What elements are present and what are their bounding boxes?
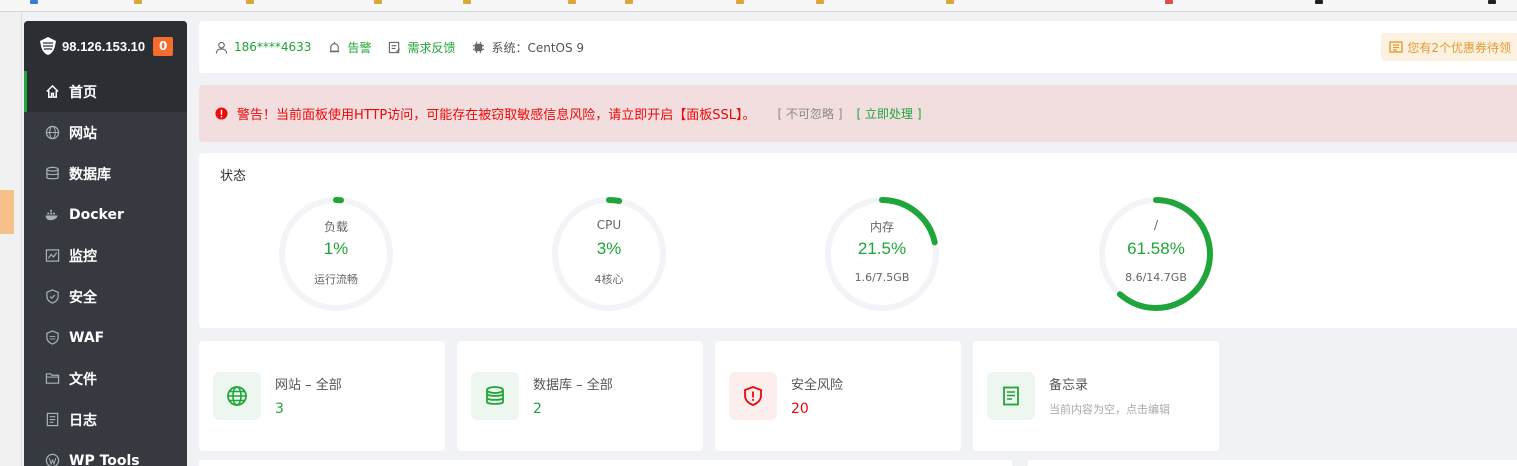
card-value[interactable]: 3 (275, 401, 284, 417)
home-icon (44, 84, 60, 100)
alert-fix-link[interactable]: [ 立即处理 ] (857, 105, 922, 122)
card-websites[interactable]: 网站 – 全部 3 (199, 341, 445, 451)
user-icon (215, 40, 229, 54)
gauge-subtext: 8.6/14.7GB (1125, 271, 1187, 284)
card-subtext: 当前内容为空，点击编辑 (1049, 403, 1170, 416)
gauge-value: 1% (323, 239, 349, 258)
alarm-link[interactable]: 告警 (328, 39, 371, 56)
server-ip[interactable]: 98.126.153.10 (62, 39, 145, 54)
coupon-banner[interactable]: 您有2个优惠券待领 (1381, 33, 1517, 61)
shield-icon (44, 289, 60, 305)
sidebar-item-logs[interactable]: 日志 (24, 399, 187, 440)
folder-icon (44, 371, 60, 387)
feedback-label: 需求反馈 (407, 40, 456, 55)
alarm-label: 告警 (347, 40, 372, 55)
feedback-icon (388, 40, 402, 54)
warning-icon (215, 107, 229, 121)
user-account[interactable]: 186****4633 (215, 40, 311, 54)
gauge-subtext: 运行流畅 (314, 273, 358, 286)
sidebar-item-label: WAF (69, 329, 105, 346)
sidebar-item-label: 文件 (69, 371, 97, 388)
gauge-subtext: 4核心 (594, 273, 624, 286)
card-value[interactable]: 20 (791, 401, 809, 417)
coupon-icon (1389, 40, 1404, 54)
monitor-icon (44, 248, 60, 264)
card-security-risk[interactable]: 安全风险 20 (715, 341, 961, 451)
sidebar-item-website[interactable]: 网站 (24, 112, 187, 153)
sidebar-item-label: Docker (69, 206, 124, 223)
sidebar-item-docker[interactable]: Docker (24, 194, 187, 235)
gauge-subtext: 1.6/7.5GB (854, 271, 910, 284)
gauge-value: 3% (596, 239, 622, 258)
sidebar-menu: 首页 网站 数据库 Docker 监控 安全 WAF 文件 日志 WP Tool… (24, 71, 187, 466)
gauge-disk[interactable]: / 61.58% 8.6/14.7GB (1096, 194, 1216, 314)
card-memo[interactable]: 备忘录 当前内容为空，点击编辑 (973, 341, 1219, 451)
gauge-label: 内存 (869, 220, 894, 234)
sidebar-item-home[interactable]: 首页 (24, 71, 187, 112)
next-panel-edge (199, 460, 1012, 466)
docker-icon (44, 207, 60, 223)
alert-ignore-label: [ 不可忽略 ] (777, 107, 843, 121)
card-title: 安全风险 (791, 378, 844, 393)
sidebar: 98.126.153.10 0 首页 网站 数据库 Docker 监控 安全 W… (24, 21, 187, 466)
notification-badge[interactable]: 0 (153, 36, 174, 56)
sidebar-item-label: 网站 (69, 125, 97, 142)
sidebar-item-waf[interactable]: WAF (24, 317, 187, 358)
gauge-load[interactable]: 负载 1% 运行流畅 (276, 194, 396, 314)
sidebar-item-label: 监控 (69, 248, 97, 265)
sidebar-item-database[interactable]: 数据库 (24, 153, 187, 194)
database-icon (44, 166, 60, 182)
card-title: 备忘录 (1049, 378, 1089, 393)
sidebar-item-security[interactable]: 安全 (24, 276, 187, 317)
risk-shield-icon (729, 372, 777, 420)
alert-message: 警告！当前面板使用HTTP访问，可能存在被窃取敏感信息风险，请立即开启【面板SS… (237, 108, 756, 123)
next-panel-edge (1028, 460, 1517, 466)
browser-left-edge (0, 12, 22, 466)
status-title: 状态 (220, 169, 247, 184)
system-label: 系统：CentOS 9 (491, 40, 585, 55)
sidebar-item-label: 数据库 (69, 166, 111, 183)
browser-bookmark-strip (0, 0, 1517, 12)
globe-icon (44, 125, 60, 141)
panel-logo-icon (38, 35, 58, 57)
card-value[interactable]: 2 (533, 401, 542, 417)
chip-icon (472, 40, 486, 54)
gauge-cpu[interactable]: CPU 3% 4核心 (549, 194, 669, 314)
sidebar-item-label: WP Tools (69, 452, 140, 466)
feedback-link[interactable]: 需求反馈 (388, 39, 455, 56)
log-icon (44, 412, 60, 428)
waf-icon (44, 330, 60, 346)
sidebar-header: 98.126.153.10 0 (24, 21, 187, 71)
sidebar-item-monitor[interactable]: 监控 (24, 235, 187, 276)
gauge-label: / (1153, 218, 1159, 232)
sidebar-item-files[interactable]: 文件 (24, 358, 187, 399)
user-phone: 186****4633 (234, 40, 312, 54)
card-databases[interactable]: 数据库 – 全部 2 (457, 341, 703, 451)
memo-icon (987, 372, 1035, 420)
ssl-warning-alert: 警告！当前面板使用HTTP访问，可能存在被窃取敏感信息风险，请立即开启【面板SS… (199, 85, 1517, 142)
globe-icon (213, 372, 261, 420)
coupon-text: 您有2个优惠券待领 (1407, 40, 1511, 55)
status-panel: 状态 负载 1% 运行流畅 CPU 3% 4核心 内存 21.5% 1.6/7.… (199, 153, 1517, 328)
alarm-bell-icon (328, 40, 342, 54)
top-header: 186****4633 告警 需求反馈 系统：CentOS 9 您有2个优惠券待… (199, 21, 1517, 73)
gauge-memory[interactable]: 内存 21.5% 1.6/7.5GB (822, 194, 942, 314)
database-icon (471, 372, 519, 420)
card-title: 网站 – 全部 (275, 378, 342, 393)
card-title: 数据库 – 全部 (533, 378, 613, 393)
system-info: 系统：CentOS 9 (472, 39, 584, 56)
sidebar-item-label: 首页 (69, 84, 97, 101)
wordpress-icon (44, 453, 60, 466)
sidebar-item-label: 安全 (69, 289, 97, 306)
gauge-value: 61.58% (1127, 239, 1185, 258)
sidebar-item-label: 日志 (69, 412, 97, 429)
gauge-label: CPU (596, 218, 622, 232)
gauge-label: 负载 (323, 220, 348, 234)
sidebar-item-wp-tools[interactable]: WP Tools (24, 440, 187, 466)
gauge-value: 21.5% (857, 239, 907, 258)
